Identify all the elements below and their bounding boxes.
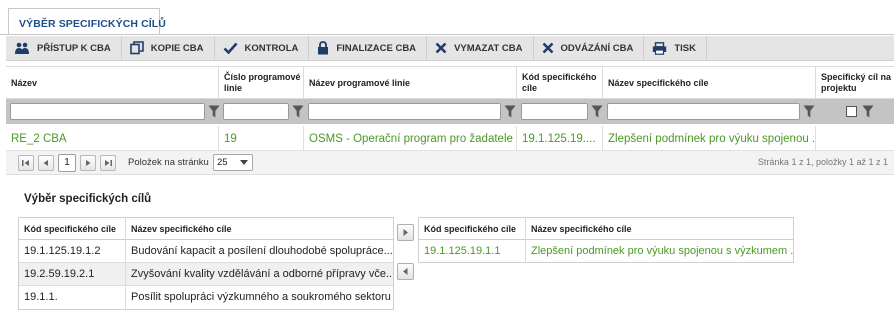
filter-goal-code-input[interactable] [521, 103, 588, 120]
cell-goal-name: Posílit spolupráci výzkumného a soukromé… [131, 291, 391, 303]
cell-goal-code: 19.1.125.19.1.1 [419, 240, 526, 263]
cell-goal-on-project [816, 126, 894, 151]
per-page-value: 25 [217, 157, 228, 168]
arrow-left-icon [403, 268, 408, 275]
first-page-button[interactable] [18, 155, 34, 171]
unbind-cba-button[interactable]: ODVÁZÁNÍ CBA [534, 35, 645, 61]
chevron-down-icon [240, 160, 248, 165]
filter-icon[interactable] [803, 105, 815, 118]
last-page-button[interactable] [100, 155, 116, 171]
x-icon [542, 42, 553, 54]
filter-line-name-input[interactable] [308, 103, 501, 120]
cell-goal-name: Zlepšení podmínek pro výuku spojenou s v… [531, 245, 793, 257]
available-goals-table: Kód specifického cíle Název specifického… [18, 217, 394, 310]
check-label: KONTROLA [244, 42, 299, 54]
col-header-goal-name[interactable]: Název specifického cíle [126, 218, 393, 240]
arrow-right-icon [403, 229, 408, 236]
next-page-icon [86, 160, 91, 166]
table-row[interactable]: RE_2 CBA 19 OSMS - Operační program pro … [6, 126, 894, 151]
print-button[interactable]: TISK [644, 35, 707, 61]
col-header-line-number[interactable]: Číslo programové linie [219, 67, 304, 100]
filter-name-input[interactable] [10, 103, 205, 120]
col-header-name[interactable]: Název [6, 67, 219, 100]
grid-header: Název Číslo programové linie Název progr… [6, 66, 894, 100]
toolbar: PŘÍSTUP K CBA KOPIE CBA KONTROLA FINALIZ… [6, 35, 894, 61]
copy-cba-button[interactable]: KOPIE CBA [122, 35, 215, 61]
filter-line-number-input[interactable] [223, 103, 289, 120]
check-button[interactable]: KONTROLA [215, 35, 310, 61]
col-header-goal-name[interactable]: Název specifického cíle [603, 67, 816, 100]
cell-goal-code: 19.1.1. [19, 286, 126, 309]
cell-line-number: 19 [219, 126, 304, 151]
cell-line-name: OSMS - Operační program pro žadatele [304, 126, 517, 151]
users-icon [15, 42, 29, 54]
move-right-button[interactable] [397, 224, 414, 241]
filter-icon[interactable] [208, 105, 220, 118]
col-header-goal-code[interactable]: Kód specifického cíle [517, 67, 603, 100]
table-row[interactable]: 19.1.125.19.1.2 Budování kapacit a posíl… [19, 240, 393, 263]
filter-icon[interactable] [292, 105, 304, 118]
cell-name: RE_2 CBA [6, 126, 219, 151]
access-cba-label: PŘÍSTUP K CBA [37, 42, 111, 54]
lock-icon [318, 41, 329, 55]
pager: 1 Položek na stránku 25 Stránka 1 z 1, p… [6, 151, 894, 175]
filter-goal-on-project-checkbox[interactable] [846, 106, 857, 117]
col-header-goal-name[interactable]: Název specifického cíle [526, 218, 793, 240]
cell-goal-code: 19.2.59.19.2.1 [19, 263, 126, 286]
print-label: TISK [674, 42, 696, 54]
col-header-goal-code[interactable]: Kód specifického cíle [19, 218, 126, 240]
prev-page-button[interactable] [38, 155, 54, 171]
page-number[interactable]: 1 [58, 154, 76, 172]
unbind-cba-label: ODVÁZÁNÍ CBA [560, 42, 634, 54]
table-row[interactable]: 19.1.1. Posílit spolupráci výzkumného a … [19, 286, 393, 309]
prev-page-icon [43, 160, 48, 166]
selected-goals-header: Kód specifického cíle Název specifického… [419, 218, 793, 240]
table-row[interactable]: 19.1.125.19.1.1 Zlepšení podmínek pro vý… [419, 240, 793, 263]
x-icon [435, 42, 447, 54]
cell-goal-name: Budování kapacit a posílení dlouhodobé s… [131, 245, 393, 257]
copy-icon [129, 41, 144, 55]
finalize-cba-button[interactable]: FINALIZACE CBA [309, 35, 428, 61]
delete-cba-label: VYMAZAT CBA [454, 42, 523, 54]
filter-row [6, 99, 894, 124]
move-left-button[interactable] [397, 263, 414, 280]
delete-cba-button[interactable]: VYMAZAT CBA [427, 35, 534, 61]
cell-goal-code: 19.1.125.19.1.2 [19, 240, 126, 263]
check-icon [223, 42, 238, 54]
cell-goal-code: 19.1.125.19.... [517, 126, 603, 151]
col-header-goal-on-project[interactable]: Specifický cíl na projektu [816, 67, 894, 100]
tab-vyber-specifickych-cilu[interactable]: VÝBĚR SPECIFICKÝCH CÍLŮ [8, 8, 166, 35]
copy-cba-label: KOPIE CBA [150, 42, 204, 54]
cell-goal-name: Zlepšení podmínek pro výuku spojenou ... [603, 126, 816, 151]
filter-icon[interactable] [862, 105, 874, 118]
section-title: Výběr specifických cílů [24, 193, 152, 205]
per-page-label: Položek na stránku [128, 157, 209, 168]
filter-goal-name-input[interactable] [607, 103, 800, 120]
col-header-line-name[interactable]: Název programové linie [304, 67, 517, 100]
selected-goals-table: Kód specifického cíle Název specifického… [418, 217, 794, 263]
last-page-icon [105, 160, 112, 166]
cell-goal-name: Zvyšování kvality vzdělávání a odborné p… [131, 268, 393, 280]
access-cba-button[interactable]: PŘÍSTUP K CBA [6, 35, 122, 61]
per-page-select[interactable]: 25 [213, 154, 253, 171]
available-goals-header: Kód specifického cíle Název specifického… [19, 218, 393, 240]
finalize-cba-label: FINALIZACE CBA [336, 42, 417, 54]
col-header-goal-code[interactable]: Kód specifického cíle [419, 218, 526, 240]
pager-status: Stránka 1 z 1, položky 1 až 1 z 1 [757, 157, 888, 167]
printer-icon [653, 41, 667, 55]
first-page-icon [22, 160, 29, 166]
next-page-button[interactable] [80, 155, 96, 171]
filter-icon[interactable] [591, 105, 603, 118]
table-row[interactable]: 19.2.59.19.2.1 Zvyšování kvality vzděláv… [19, 263, 393, 286]
filter-icon[interactable] [504, 105, 516, 118]
